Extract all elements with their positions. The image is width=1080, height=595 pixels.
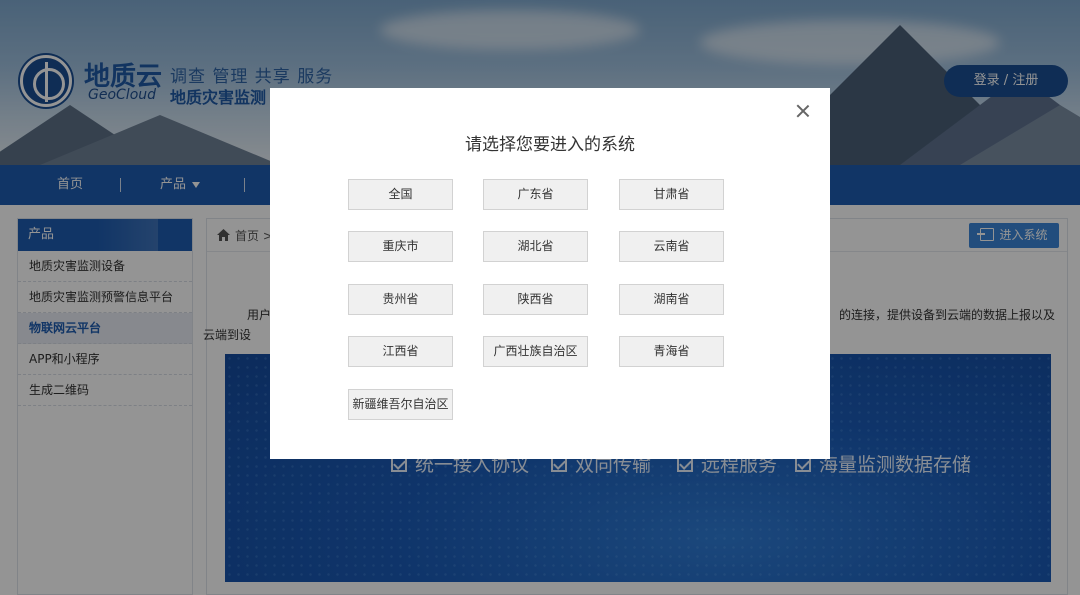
system-option-button[interactable]: 贵州省 (348, 284, 453, 315)
system-option-button[interactable]: 广西壮族自治区 (483, 336, 588, 367)
system-select-modal: 请选择您要进入的系统 全国 广东省 甘肃省 重庆市 湖北省 云南省 贵州省 陕西… (270, 88, 830, 459)
close-icon[interactable] (794, 102, 812, 120)
system-option-button[interactable]: 全国 (348, 179, 453, 210)
system-option-button[interactable]: 甘肃省 (619, 179, 724, 210)
system-option-button[interactable]: 江西省 (348, 336, 453, 367)
system-option-button[interactable]: 云南省 (619, 231, 724, 262)
modal-title: 请选择您要进入的系统 (465, 135, 635, 155)
system-option-button[interactable]: 新疆维吾尔自治区 (348, 389, 453, 420)
system-option-button[interactable]: 陕西省 (483, 284, 588, 315)
system-option-button[interactable]: 重庆市 (348, 231, 453, 262)
system-option-button[interactable]: 湖南省 (619, 284, 724, 315)
system-option-button[interactable]: 湖北省 (483, 231, 588, 262)
system-option-button[interactable]: 青海省 (619, 336, 724, 367)
system-option-button[interactable]: 广东省 (483, 179, 588, 210)
